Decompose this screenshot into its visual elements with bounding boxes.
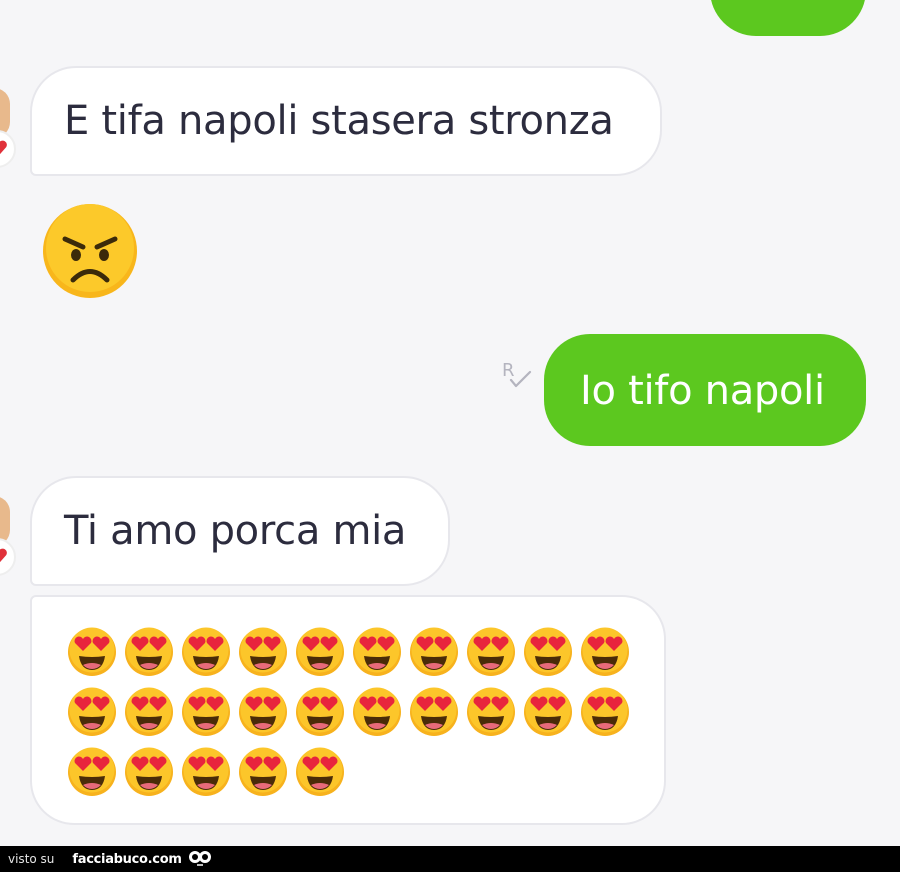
heart-eyes-emoji xyxy=(465,685,522,737)
heart-eyes-emoji xyxy=(294,625,351,677)
heart-eyes-emoji xyxy=(180,745,237,797)
message-text: E tifa napoli stasera stronza xyxy=(64,98,614,144)
heart-eyes-emoji xyxy=(294,745,351,797)
heart-eyes-emoji xyxy=(123,625,180,677)
emoji-grid xyxy=(66,625,636,797)
heart-eyes-emoji xyxy=(237,745,294,797)
heart-eyes-emoji xyxy=(237,685,294,737)
message-text: Ti amo porca mia xyxy=(64,508,407,554)
contact-avatar[interactable] xyxy=(0,496,16,588)
message-text: Io tifo napoli xyxy=(580,368,825,414)
incoming-emoji-message-bubble[interactable] xyxy=(30,595,666,825)
heart-eyes-emoji xyxy=(522,625,579,677)
chat-area[interactable]: E tifa napoli stasera stronza R Io tifo … xyxy=(0,0,900,846)
heart-eyes-emoji xyxy=(408,625,465,677)
site-logo-icon xyxy=(188,851,211,866)
seen-on-label: visto su xyxy=(8,852,55,866)
heart-eyes-emoji xyxy=(180,625,237,677)
heart-eyes-emoji xyxy=(579,625,636,677)
heart-eyes-emoji xyxy=(351,625,408,677)
heart-icon xyxy=(0,548,7,563)
heart-eyes-emoji xyxy=(522,685,579,737)
heart-eyes-emoji xyxy=(123,745,180,797)
contact-avatar[interactable] xyxy=(0,88,16,180)
heart-eyes-emoji xyxy=(237,625,294,677)
read-receipt-icon: R xyxy=(502,360,532,388)
heart-eyes-emoji xyxy=(465,625,522,677)
heart-eyes-emoji xyxy=(180,685,237,737)
incoming-message-bubble[interactable]: E tifa napoli stasera stronza xyxy=(30,66,662,176)
heart-eyes-emoji xyxy=(408,685,465,737)
heart-eyes-emoji xyxy=(66,625,123,677)
angry-face-emoji[interactable] xyxy=(40,201,140,301)
svg-text:R: R xyxy=(502,360,515,381)
heart-icon xyxy=(0,140,7,155)
heart-eyes-emoji xyxy=(66,685,123,737)
watermark-footer: visto su facciabuco.com xyxy=(0,846,900,872)
heart-eyes-emoji xyxy=(123,685,180,737)
heart-eyes-emoji xyxy=(66,745,123,797)
heart-eyes-emoji xyxy=(351,685,408,737)
heart-eyes-emoji xyxy=(579,685,636,737)
incoming-message-bubble[interactable]: Ti amo porca mia xyxy=(30,476,450,586)
site-name: facciabuco.com xyxy=(72,851,182,867)
outgoing-message-bubble[interactable]: Io tifo napoli xyxy=(544,334,866,446)
heart-eyes-emoji xyxy=(294,685,351,737)
outgoing-message-bubble-partial[interactable] xyxy=(710,0,866,36)
